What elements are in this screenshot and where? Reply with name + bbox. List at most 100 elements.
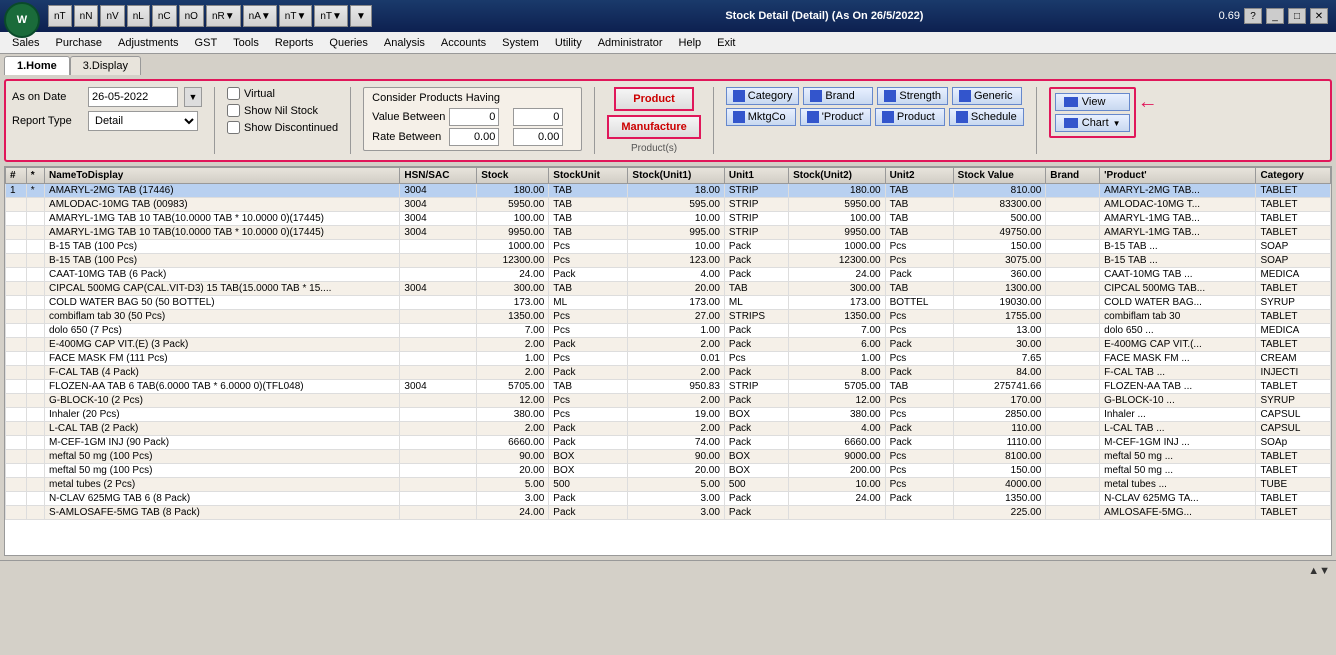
table-row[interactable]: E-400MG CAP VIT.(E) (3 Pack) 2.00 Pack 2… <box>6 338 1331 352</box>
toolbar-btn-9[interactable]: nT▼ <box>279 5 313 27</box>
brand-btn[interactable]: Brand <box>803 87 873 105</box>
schedule-btn[interactable]: Schedule <box>949 108 1024 126</box>
cell-su1: 2.00 <box>628 422 725 436</box>
toolbar-btn-3[interactable]: nV <box>100 5 124 27</box>
cell-hsn <box>400 506 477 520</box>
virtual-checkbox[interactable] <box>227 87 240 100</box>
category-btn[interactable]: Category <box>726 87 800 105</box>
product-quote-btn[interactable]: 'Product' <box>800 108 871 126</box>
toolbar-btn-4[interactable]: nL <box>127 5 150 27</box>
table-row[interactable]: meftal 50 mg (100 Pcs) 90.00 BOX 90.00 B… <box>6 450 1331 464</box>
maximize-btn[interactable]: □ <box>1288 8 1306 24</box>
menu-tools[interactable]: Tools <box>225 35 267 51</box>
menu-adjustments[interactable]: Adjustments <box>110 35 187 51</box>
table-row[interactable]: M-CEF-1GM INJ (90 Pack) 6660.00 Pack 74.… <box>6 436 1331 450</box>
tab-display[interactable]: 3.Display <box>70 56 141 75</box>
date-report-section: As on Date ▼ Report Type Detail Summary <box>12 87 202 131</box>
view-btn[interactable]: View <box>1055 93 1130 111</box>
toolbar-btn-1[interactable]: nT <box>48 5 72 27</box>
menu-system[interactable]: System <box>494 35 547 51</box>
menu-reports[interactable]: Reports <box>267 35 322 51</box>
table-row[interactable]: FLOZEN-AA TAB 6 TAB(6.0000 TAB * 6.0000 … <box>6 380 1331 394</box>
cell-star <box>26 478 44 492</box>
table-row[interactable]: AMLODAC-10MG TAB (00983) 3004 5950.00 TA… <box>6 198 1331 212</box>
toolbar-btn-7[interactable]: nR▼ <box>206 5 241 27</box>
col-su1: Stock(Unit1) <box>628 168 725 184</box>
table-row[interactable]: S-AMLOSAFE-5MG TAB (8 Pack) 24.00 Pack 3… <box>6 506 1331 520</box>
menu-help[interactable]: Help <box>671 35 710 51</box>
strength-btn[interactable]: Strength <box>877 87 948 105</box>
table-row[interactable]: metal tubes (2 Pcs) 5.00 500 5.00 500 10… <box>6 478 1331 492</box>
help-btn[interactable]: ? <box>1244 8 1262 24</box>
toolbar-btn-6[interactable]: nO <box>179 5 204 27</box>
view-chart-section: View Chart ▼ ← <box>1049 87 1136 138</box>
menu-exit[interactable]: Exit <box>709 35 743 51</box>
table-row[interactable]: 1 * AMARYL-2MG TAB (17446) 3004 180.00 T… <box>6 184 1331 198</box>
menu-administrator[interactable]: Administrator <box>590 35 671 51</box>
cell-num <box>6 366 27 380</box>
cell-su1: 20.00 <box>628 282 725 296</box>
table-row[interactable]: meftal 50 mg (100 Pcs) 20.00 BOX 20.00 B… <box>6 464 1331 478</box>
table-row[interactable]: B-15 TAB (100 Pcs) 1000.00 Pcs 10.00 Pac… <box>6 240 1331 254</box>
toolbar-btn-10[interactable]: nT▼ <box>314 5 348 27</box>
cell-stock: 300.00 <box>477 282 549 296</box>
table-row[interactable]: F-CAL TAB (4 Pack) 2.00 Pack 2.00 Pack 8… <box>6 366 1331 380</box>
report-type-select[interactable]: Detail Summary <box>88 111 198 131</box>
menu-purchase[interactable]: Purchase <box>48 35 110 51</box>
table-row[interactable]: G-BLOCK-10 (2 Pcs) 12.00 Pcs 2.00 Pack 1… <box>6 394 1331 408</box>
table-row[interactable]: CAAT-10MG TAB (6 Pack) 24.00 Pack 4.00 P… <box>6 268 1331 282</box>
menu-accounts[interactable]: Accounts <box>433 35 494 51</box>
table-row[interactable]: FACE MASK FM (111 Pcs) 1.00 Pcs 0.01 Pcs… <box>6 352 1331 366</box>
manufacture-btn[interactable]: Manufacture <box>607 115 700 139</box>
menu-gst[interactable]: GST <box>187 35 226 51</box>
value-to-input[interactable] <box>513 108 563 126</box>
table-row[interactable]: L-CAL TAB (2 Pack) 2.00 Pack 2.00 Pack 4… <box>6 422 1331 436</box>
toolbar-btn-8[interactable]: nA▼ <box>243 5 277 27</box>
mktgco-btn[interactable]: MktgCo <box>726 108 796 126</box>
menu-analysis[interactable]: Analysis <box>376 35 433 51</box>
table-row[interactable]: dolo 650 (7 Pcs) 7.00 Pcs 1.00 Pack 7.00… <box>6 324 1331 338</box>
minimize-btn[interactable]: _ <box>1266 8 1284 24</box>
table-row[interactable]: combiflam tab 30 (50 Pcs) 1350.00 Pcs 27… <box>6 310 1331 324</box>
value-from-input[interactable] <box>449 108 499 126</box>
cell-su2: 10.00 <box>789 478 886 492</box>
cell-su2: 9950.00 <box>789 226 886 240</box>
cell-u2: Pack <box>885 492 953 506</box>
date-picker-btn[interactable]: ▼ <box>184 87 202 107</box>
show-discontinued-checkbox[interactable] <box>227 121 240 134</box>
cell-stock: 1.00 <box>477 352 549 366</box>
chart-btn[interactable]: Chart ▼ <box>1055 114 1130 132</box>
data-table-container[interactable]: # * NameToDisplay HSN/SAC Stock StockUni… <box>4 166 1332 556</box>
show-nil-checkbox[interactable] <box>227 104 240 117</box>
product2-btn[interactable]: Product <box>875 108 945 126</box>
product-btn[interactable]: Product <box>614 87 694 111</box>
table-row[interactable]: B-15 TAB (100 Pcs) 12300.00 Pcs 123.00 P… <box>6 254 1331 268</box>
table-row[interactable]: COLD WATER BAG 50 (50 BOTTEL) 173.00 ML … <box>6 296 1331 310</box>
as-on-date-input[interactable] <box>88 87 178 107</box>
tab-home[interactable]: 1.Home <box>4 56 70 75</box>
cell-brand <box>1046 380 1100 394</box>
cell-brand <box>1046 240 1100 254</box>
cell-product: F-CAL TAB ... <box>1100 366 1256 380</box>
table-row[interactable]: AMARYL-1MG TAB 10 TAB(10.0000 TAB * 10.0… <box>6 212 1331 226</box>
table-row[interactable]: AMARYL-1MG TAB 10 TAB(10.0000 TAB * 10.0… <box>6 226 1331 240</box>
rate-from-input[interactable] <box>449 128 499 146</box>
cell-name: B-15 TAB (100 Pcs) <box>45 254 400 268</box>
cell-stock: 12300.00 <box>477 254 549 268</box>
cell-star <box>26 394 44 408</box>
table-row[interactable]: Inhaler (20 Pcs) 380.00 Pcs 19.00 BOX 38… <box>6 408 1331 422</box>
cell-product: meftal 50 mg ... <box>1100 464 1256 478</box>
table-row[interactable]: CIPCAL 500MG CAP(CAL.VIT-D3) 15 TAB(15.0… <box>6 282 1331 296</box>
generic-btn[interactable]: Generic <box>952 87 1022 105</box>
toolbar-btn-5[interactable]: nC <box>152 5 177 27</box>
close-btn[interactable]: ✕ <box>1310 8 1328 24</box>
menu-utility[interactable]: Utility <box>547 35 590 51</box>
toolbar-btn-11[interactable]: ▼ <box>350 5 372 27</box>
cell-brand <box>1046 338 1100 352</box>
cell-product: COLD WATER BAG... <box>1100 296 1256 310</box>
cell-brand <box>1046 436 1100 450</box>
menu-queries[interactable]: Queries <box>321 35 376 51</box>
toolbar-btn-2[interactable]: nN <box>74 5 99 27</box>
table-row[interactable]: N-CLAV 625MG TAB 6 (8 Pack) 3.00 Pack 3.… <box>6 492 1331 506</box>
rate-to-input[interactable] <box>513 128 563 146</box>
